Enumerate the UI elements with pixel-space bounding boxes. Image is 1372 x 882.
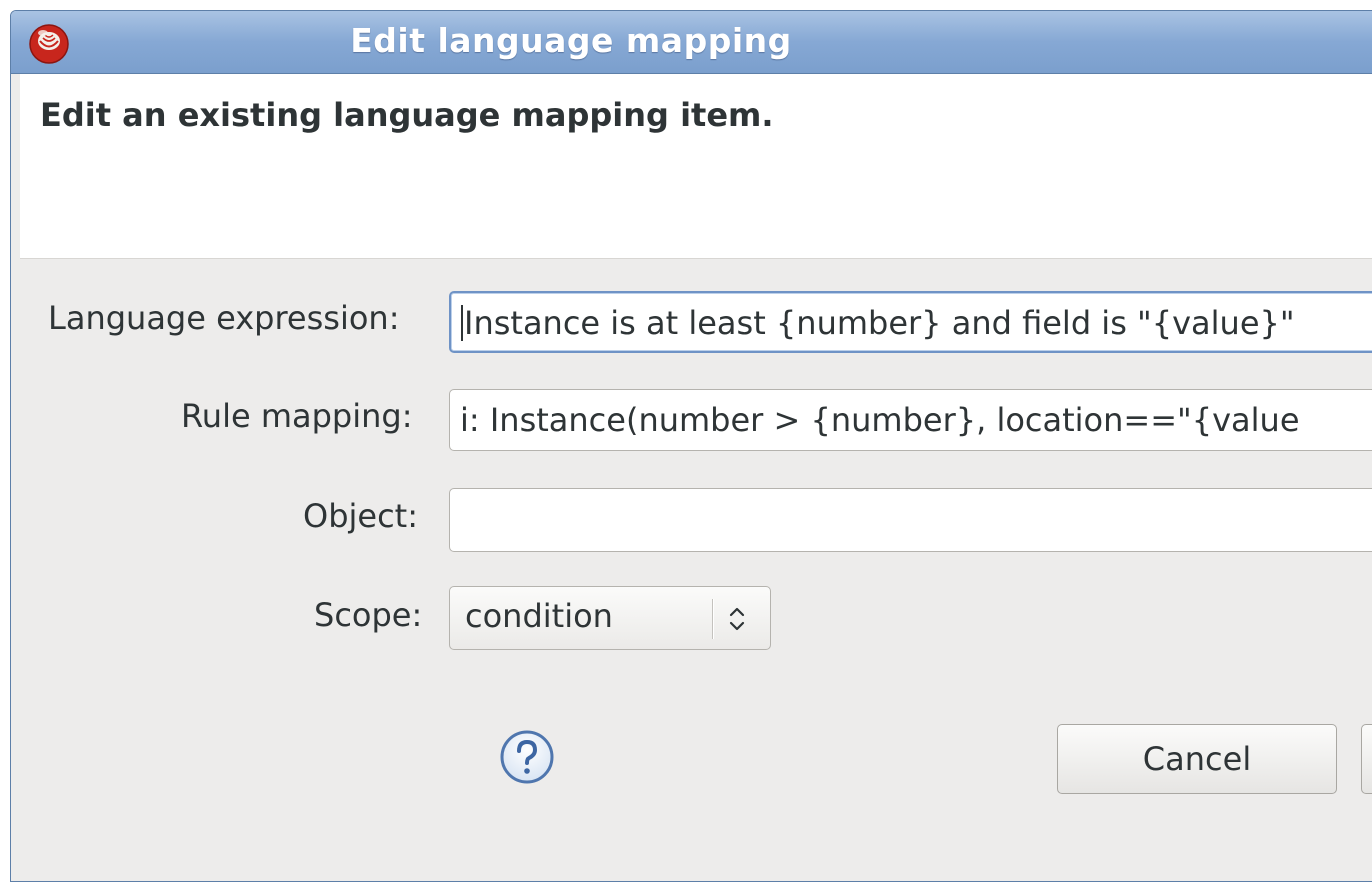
language-expression-label: Language expression:: [48, 299, 400, 337]
window-title: Edit language mapping: [350, 21, 792, 60]
rule-mapping-label: Rule mapping:: [181, 397, 413, 435]
scope-label: Scope:: [314, 596, 423, 634]
cancel-button[interactable]: Cancel: [1057, 724, 1337, 794]
up-down-arrows-icon: [729, 607, 745, 631]
dialog-window: Edit language mapping Edit an existing l…: [10, 10, 1372, 882]
help-icon[interactable]: [499, 729, 555, 785]
rule-mapping-input[interactable]: i: Instance(number > {number}, location=…: [449, 389, 1372, 451]
object-label: Object:: [303, 497, 418, 535]
title-bar[interactable]: Edit language mapping: [11, 11, 1372, 74]
combo-separator: [712, 599, 714, 639]
rule-mapping-value: i: Instance(number > {number}, location=…: [460, 401, 1300, 439]
object-input[interactable]: [449, 488, 1372, 552]
scope-select[interactable]: condition: [449, 586, 771, 650]
language-expression-input[interactable]: Instance is at least {number} and field …: [449, 291, 1372, 353]
scope-selected-value: condition: [465, 597, 613, 635]
ok-button[interactable]: [1361, 724, 1372, 794]
header-message: Edit an existing language mapping item.: [40, 96, 774, 134]
language-expression-value: Instance is at least {number} and field …: [464, 304, 1295, 342]
dialog-header: Edit an existing language mapping item.: [20, 74, 1372, 259]
text-caret: [461, 305, 463, 341]
